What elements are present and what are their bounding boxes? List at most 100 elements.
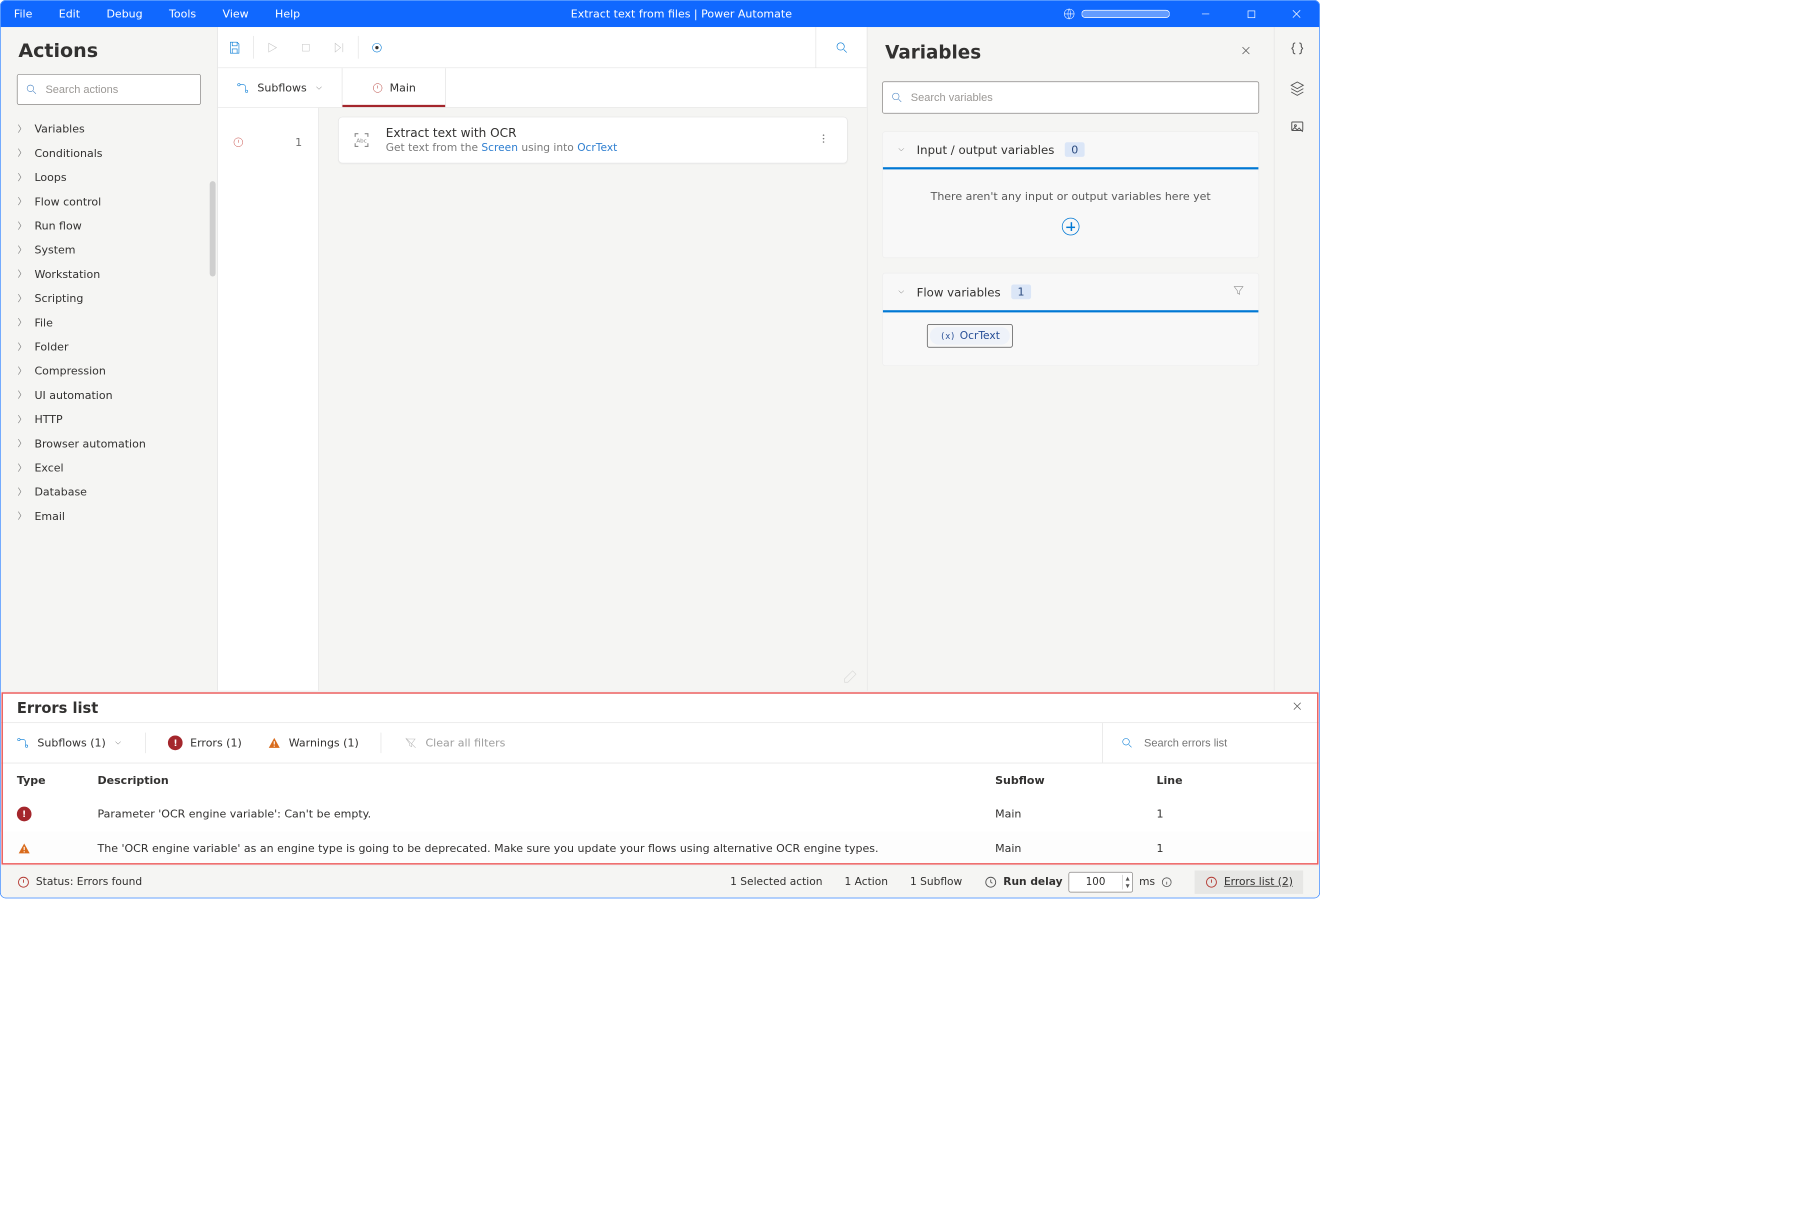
save-button[interactable]	[218, 27, 252, 67]
error-row[interactable]: The 'OCR engine variable' as an engine t…	[1, 832, 1320, 866]
action-group-label: Scripting	[34, 291, 83, 304]
errors-warnings-label: Warnings (1)	[289, 736, 359, 749]
action-group-variables[interactable]: 〉Variables	[17, 117, 213, 141]
action-group-database[interactable]: 〉Database	[17, 480, 213, 504]
eraser-icon[interactable]	[842, 669, 858, 685]
record-button[interactable]	[360, 27, 394, 67]
action-group-flow-control[interactable]: 〉Flow control	[17, 189, 213, 213]
errors-close-button[interactable]	[1291, 700, 1303, 715]
col-subflow: Subflow	[995, 774, 1156, 787]
globe-icon	[1063, 7, 1076, 20]
subflows-dropdown[interactable]: Subflows	[218, 68, 343, 107]
actions-tree[interactable]: 〉Variables〉Conditionals〉Loops〉Flow contr…	[1, 117, 217, 691]
menu-file[interactable]: File	[1, 1, 46, 27]
error-circle-icon	[1205, 875, 1218, 888]
action-group-email[interactable]: 〉Email	[17, 504, 213, 528]
col-type: Type	[17, 774, 98, 787]
designer-search-button[interactable]	[815, 27, 866, 67]
menu-view[interactable]: View	[209, 1, 262, 27]
action-group-compression[interactable]: 〉Compression	[17, 359, 213, 383]
window-minimize-button[interactable]	[1183, 1, 1228, 27]
add-variable-button[interactable]	[1062, 218, 1080, 236]
io-variables-group: Input / output variables 0 There aren't …	[882, 131, 1259, 258]
action-group-excel[interactable]: 〉 Excel	[17, 455, 213, 479]
menu-debug[interactable]: Debug	[93, 1, 156, 27]
delay-spin-down[interactable]: ▼	[1123, 882, 1133, 889]
titlebar: File Edit Debug Tools View Help Extract …	[1, 1, 1320, 27]
errors-subflows-filter[interactable]: Subflows (1)	[12, 736, 126, 749]
window-close-button[interactable]	[1274, 1, 1319, 27]
errors-search-input[interactable]	[1143, 736, 1304, 750]
action-group-http[interactable]: 〉HTTP	[17, 407, 213, 431]
variables-close-button[interactable]	[1236, 40, 1257, 63]
action-card-title: Extract text with OCR	[386, 126, 800, 140]
errors-warnings-filter[interactable]: Warnings (1)	[264, 736, 362, 749]
variables-search[interactable]	[882, 81, 1259, 113]
error-desc: Parameter 'OCR engine variable': Can't b…	[98, 807, 996, 820]
info-icon[interactable]	[1161, 876, 1173, 888]
rail-images-button[interactable]	[1289, 120, 1305, 138]
run-delay-input[interactable]: 100 ▲▼	[1068, 872, 1133, 893]
filter-button[interactable]	[1232, 284, 1245, 300]
stop-button[interactable]	[289, 27, 323, 67]
actions-search[interactable]	[17, 74, 201, 105]
io-variables-header[interactable]: Input / output variables 0	[883, 132, 1258, 169]
errors-list-label: Errors list (2)	[1224, 876, 1293, 888]
action-group-ui-automation[interactable]: 〉UI automation	[17, 383, 213, 407]
action-group-scripting[interactable]: 〉Scripting	[17, 286, 213, 310]
actions-scrollbar[interactable]	[210, 181, 216, 276]
action-group-label: Excel	[34, 461, 63, 474]
rail-layers-button[interactable]	[1289, 80, 1305, 99]
step-button[interactable]	[323, 27, 357, 67]
menu-help[interactable]: Help	[262, 1, 313, 27]
action-group-label: System	[34, 243, 75, 256]
braces-icon	[1289, 40, 1305, 56]
menu-tools[interactable]: Tools	[156, 1, 209, 27]
action-card-ocr[interactable]: Abc Extract text with OCR Get text from …	[338, 117, 848, 164]
action-group-run-flow[interactable]: 〉Run flow	[17, 213, 213, 237]
flow-variables-body: (x) OcrText	[883, 312, 1258, 365]
action-group-conditionals[interactable]: 〉Conditionals	[17, 141, 213, 165]
warning-icon	[17, 842, 32, 855]
action-group-file[interactable]: 〉 File	[17, 310, 213, 334]
action-group-system[interactable]: 〉System	[17, 238, 213, 262]
action-group-folder[interactable]: 〉Folder	[17, 334, 213, 358]
variable-chip-ocrtext[interactable]: (x) OcrText	[930, 327, 1010, 345]
account-indicator[interactable]	[1049, 1, 1182, 27]
errors-panel: Errors list Subflows (1) ! Errors (1) Wa…	[1, 691, 1320, 866]
delay-spin-up[interactable]: ▲	[1123, 874, 1133, 881]
chevron-right-icon: 〉	[17, 316, 27, 328]
tab-main-label: Main	[390, 81, 416, 94]
action-group-browser-automation[interactable]: 〉Browser automation	[17, 431, 213, 455]
variables-search-input[interactable]	[909, 91, 1251, 105]
tab-main[interactable]: Main	[343, 68, 446, 107]
flow-variables-label: Flow variables	[917, 285, 1001, 299]
actions-heading: Actions	[1, 27, 217, 71]
error-row[interactable]: ! Parameter 'OCR engine variable': Can't…	[1, 796, 1320, 831]
chevron-right-icon: 〉	[17, 413, 27, 425]
action-group-label: Loops	[34, 170, 66, 183]
action-group-label: File	[34, 316, 52, 329]
line-gutter: 1	[218, 108, 319, 691]
errors-errors-filter[interactable]: ! Errors (1)	[165, 736, 244, 751]
actions-search-input[interactable]	[44, 82, 193, 96]
window-maximize-button[interactable]	[1228, 1, 1273, 27]
action-group-workstation[interactable]: 〉Workstation	[17, 262, 213, 286]
action-group-loops[interactable]: 〉Loops	[17, 165, 213, 189]
action-card-menu-button[interactable]	[813, 129, 834, 151]
rail-variables-button[interactable]	[1289, 40, 1305, 59]
clear-filter-icon	[403, 736, 418, 749]
flow-canvas[interactable]: Abc Extract text with OCR Get text from …	[319, 108, 867, 691]
menu-edit[interactable]: Edit	[46, 1, 94, 27]
errors-list-button[interactable]: Errors list (2)	[1195, 870, 1303, 893]
search-icon	[834, 40, 849, 55]
errors-search[interactable]	[1102, 723, 1307, 763]
run-button[interactable]	[255, 27, 289, 67]
line-error-icon[interactable]	[232, 136, 244, 148]
image-icon	[1289, 120, 1305, 135]
flow-variables-header[interactable]: Flow variables 1	[883, 274, 1258, 313]
chevron-right-icon: 〉	[17, 461, 27, 473]
line-number: 1	[295, 136, 302, 149]
error-circle-icon	[17, 875, 30, 888]
clear-filters-button[interactable]: Clear all filters	[401, 736, 509, 749]
